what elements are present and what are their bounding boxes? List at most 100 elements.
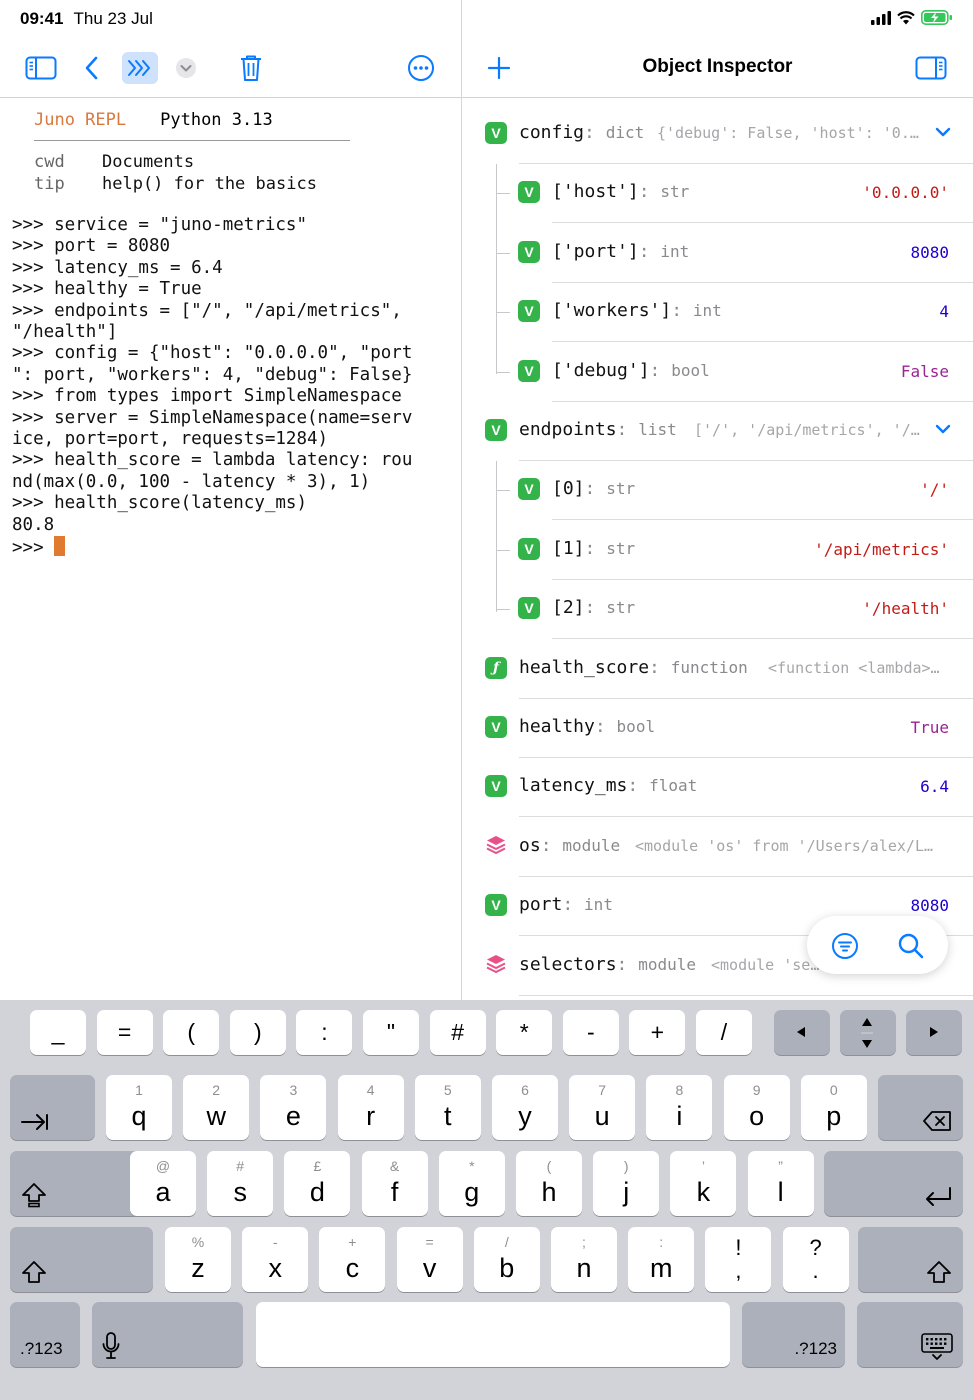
tree-guide-branch — [496, 490, 510, 492]
shift-right-key[interactable] — [858, 1227, 963, 1292]
return-arrow-icon — [926, 1187, 951, 1206]
letter-key[interactable]: 3e — [260, 1075, 327, 1140]
symbol-key[interactable]: * — [496, 1010, 553, 1055]
letter-key[interactable]: % z — [165, 1227, 231, 1292]
letter-key[interactable]: & f — [361, 1151, 428, 1216]
letter-key[interactable]: (h — [516, 1151, 582, 1216]
inspector-row[interactable]: Vlatency_ms: float 6.4 — [462, 758, 973, 818]
key-label: s — [233, 1177, 247, 1207]
letter-key[interactable]: ” l — [747, 1151, 814, 1216]
type-separator: : — [649, 656, 671, 678]
symbol-key[interactable]: : — [296, 1010, 353, 1055]
punctuation-key[interactable]: ?. — [782, 1227, 849, 1292]
return-key[interactable] — [824, 1151, 963, 1216]
letter-key[interactable]: :m — [628, 1227, 695, 1292]
expand-toggle[interactable] — [935, 422, 951, 440]
tab-key[interactable] — [10, 1075, 95, 1140]
symbol-key[interactable]: ) — [229, 1010, 286, 1055]
letter-key[interactable]: 7u — [569, 1075, 636, 1140]
variable-type: int — [584, 895, 613, 915]
punctuation-key[interactable]: !, — [705, 1227, 772, 1292]
letter-key[interactable]: 5t — [414, 1075, 481, 1140]
status-icons — [871, 10, 953, 25]
type-separator: : — [638, 240, 661, 262]
letter-key[interactable]: £ d — [284, 1151, 351, 1216]
letter-key[interactable]: ; n — [551, 1227, 617, 1292]
symbol-key[interactable]: ( — [163, 1010, 220, 1055]
inspector-row[interactable]: os: module <module 'os' from '/Users/alex… — [462, 818, 973, 877]
microphone-icon — [102, 1332, 120, 1359]
symbol-key[interactable]: - — [562, 1010, 619, 1055]
sidebar-icon — [25, 56, 57, 80]
more-options-button[interactable] — [407, 52, 435, 84]
key-label: " — [386, 1019, 396, 1045]
clear-console-button[interactable] — [238, 52, 264, 84]
cursor-left-key[interactable] — [774, 1010, 830, 1055]
shift-left-key[interactable] — [10, 1227, 153, 1292]
cursor-up-down-key[interactable] — [840, 1010, 896, 1055]
module-icon — [485, 834, 507, 856]
tree-guide-branch — [496, 609, 510, 611]
inspector-toggle-button[interactable] — [915, 52, 947, 84]
ellipsis-circle-icon — [408, 55, 434, 81]
letter-key[interactable]: 6y — [492, 1075, 558, 1140]
text-cursor — [54, 536, 66, 557]
history-menu-button[interactable] — [175, 52, 197, 84]
key-label: : — [321, 1019, 328, 1045]
run-forward-button[interactable] — [122, 52, 158, 84]
symbol-key[interactable]: # — [429, 1010, 486, 1055]
variable-name-text: [2] — [552, 597, 585, 619]
letter-key[interactable]: ’ k — [670, 1151, 737, 1216]
letter-key[interactable]: 9o — [723, 1075, 790, 1140]
console-output[interactable]: >>> service = "juno-metrics" >>> port = … — [12, 215, 452, 560]
inspector-row[interactable]: V [2]: str '/health' — [462, 580, 973, 640]
variable-type: dict — [605, 123, 645, 142]
search-button[interactable] — [897, 932, 925, 965]
symbol-key[interactable]: = — [96, 1010, 153, 1055]
inspector-row[interactable]: Vconfig: dict {'debug': False, 'host': '0… — [462, 105, 973, 164]
variable-name: health_score: function — [519, 657, 748, 678]
type-separator: : — [584, 122, 606, 143]
cursor-right-key[interactable] — [906, 1010, 962, 1055]
inspector-row[interactable]: V ['host']: str '0.0.0.0' — [462, 164, 973, 224]
letter-key[interactable]: 2w — [183, 1075, 250, 1140]
dictation-key[interactable] — [92, 1302, 243, 1367]
backspace-key[interactable] — [878, 1075, 963, 1140]
letter-key[interactable]: + c — [319, 1227, 386, 1292]
symbol-key[interactable]: + — [629, 1010, 686, 1055]
variable-badge-icon: V — [518, 478, 540, 501]
expand-toggle[interactable] — [935, 125, 951, 143]
letter-key[interactable]: * g — [438, 1151, 505, 1216]
symbol-key[interactable]: _ — [30, 1010, 86, 1055]
back-button[interactable] — [80, 52, 102, 84]
letter-key[interactable]: ) j — [593, 1151, 660, 1216]
key-label: q — [131, 1101, 147, 1131]
letter-key[interactable]: 8i — [646, 1075, 713, 1140]
letter-key[interactable]: # s — [207, 1151, 274, 1216]
sidebar-toggle-button[interactable] — [24, 52, 58, 84]
inspector-row[interactable]: V [0]: str '/' — [462, 461, 973, 521]
date: Thu 23 Jul — [73, 9, 153, 28]
letter-key[interactable]: -x — [242, 1227, 309, 1292]
inspector-row[interactable]: V ['debug']: bool False — [462, 343, 973, 402]
letter-key[interactable]: 4r — [337, 1075, 404, 1140]
inspector-row[interactable]: V [1]: str '/api/metrics' — [462, 521, 973, 580]
filter-button[interactable] — [831, 932, 859, 965]
letter-key[interactable]: 0p — [800, 1075, 867, 1140]
letter-key[interactable]: @ a — [130, 1151, 196, 1216]
letter-key[interactable]: 1q — [106, 1075, 172, 1140]
inspector-row[interactable]: Vendpoints: list ['/', '/api/metrics', '/… — [462, 402, 973, 461]
letter-key[interactable]: / b — [473, 1227, 540, 1292]
inspector-row[interactable]: ƒ health_score: function <function <lambda… — [462, 640, 973, 699]
inspector-row[interactable]: V ['port']: int 8080 — [462, 224, 973, 283]
symbol-key[interactable]: / — [696, 1010, 752, 1055]
numbers-mode-left-key[interactable]: .?123 — [10, 1302, 80, 1367]
inspector-row[interactable]: V ['workers']: int 4 — [462, 283, 973, 343]
letter-key[interactable]: = v — [396, 1227, 463, 1292]
space-bar[interactable] — [256, 1302, 730, 1367]
numbers-mode-right-key[interactable]: .?123 — [742, 1302, 845, 1367]
dismiss-keyboard-key[interactable] — [857, 1302, 963, 1367]
symbol-key[interactable]: " — [363, 1010, 419, 1055]
inspector-row[interactable]: Vhealthy: bool True — [462, 699, 973, 758]
variable-name: os: module — [519, 835, 620, 856]
